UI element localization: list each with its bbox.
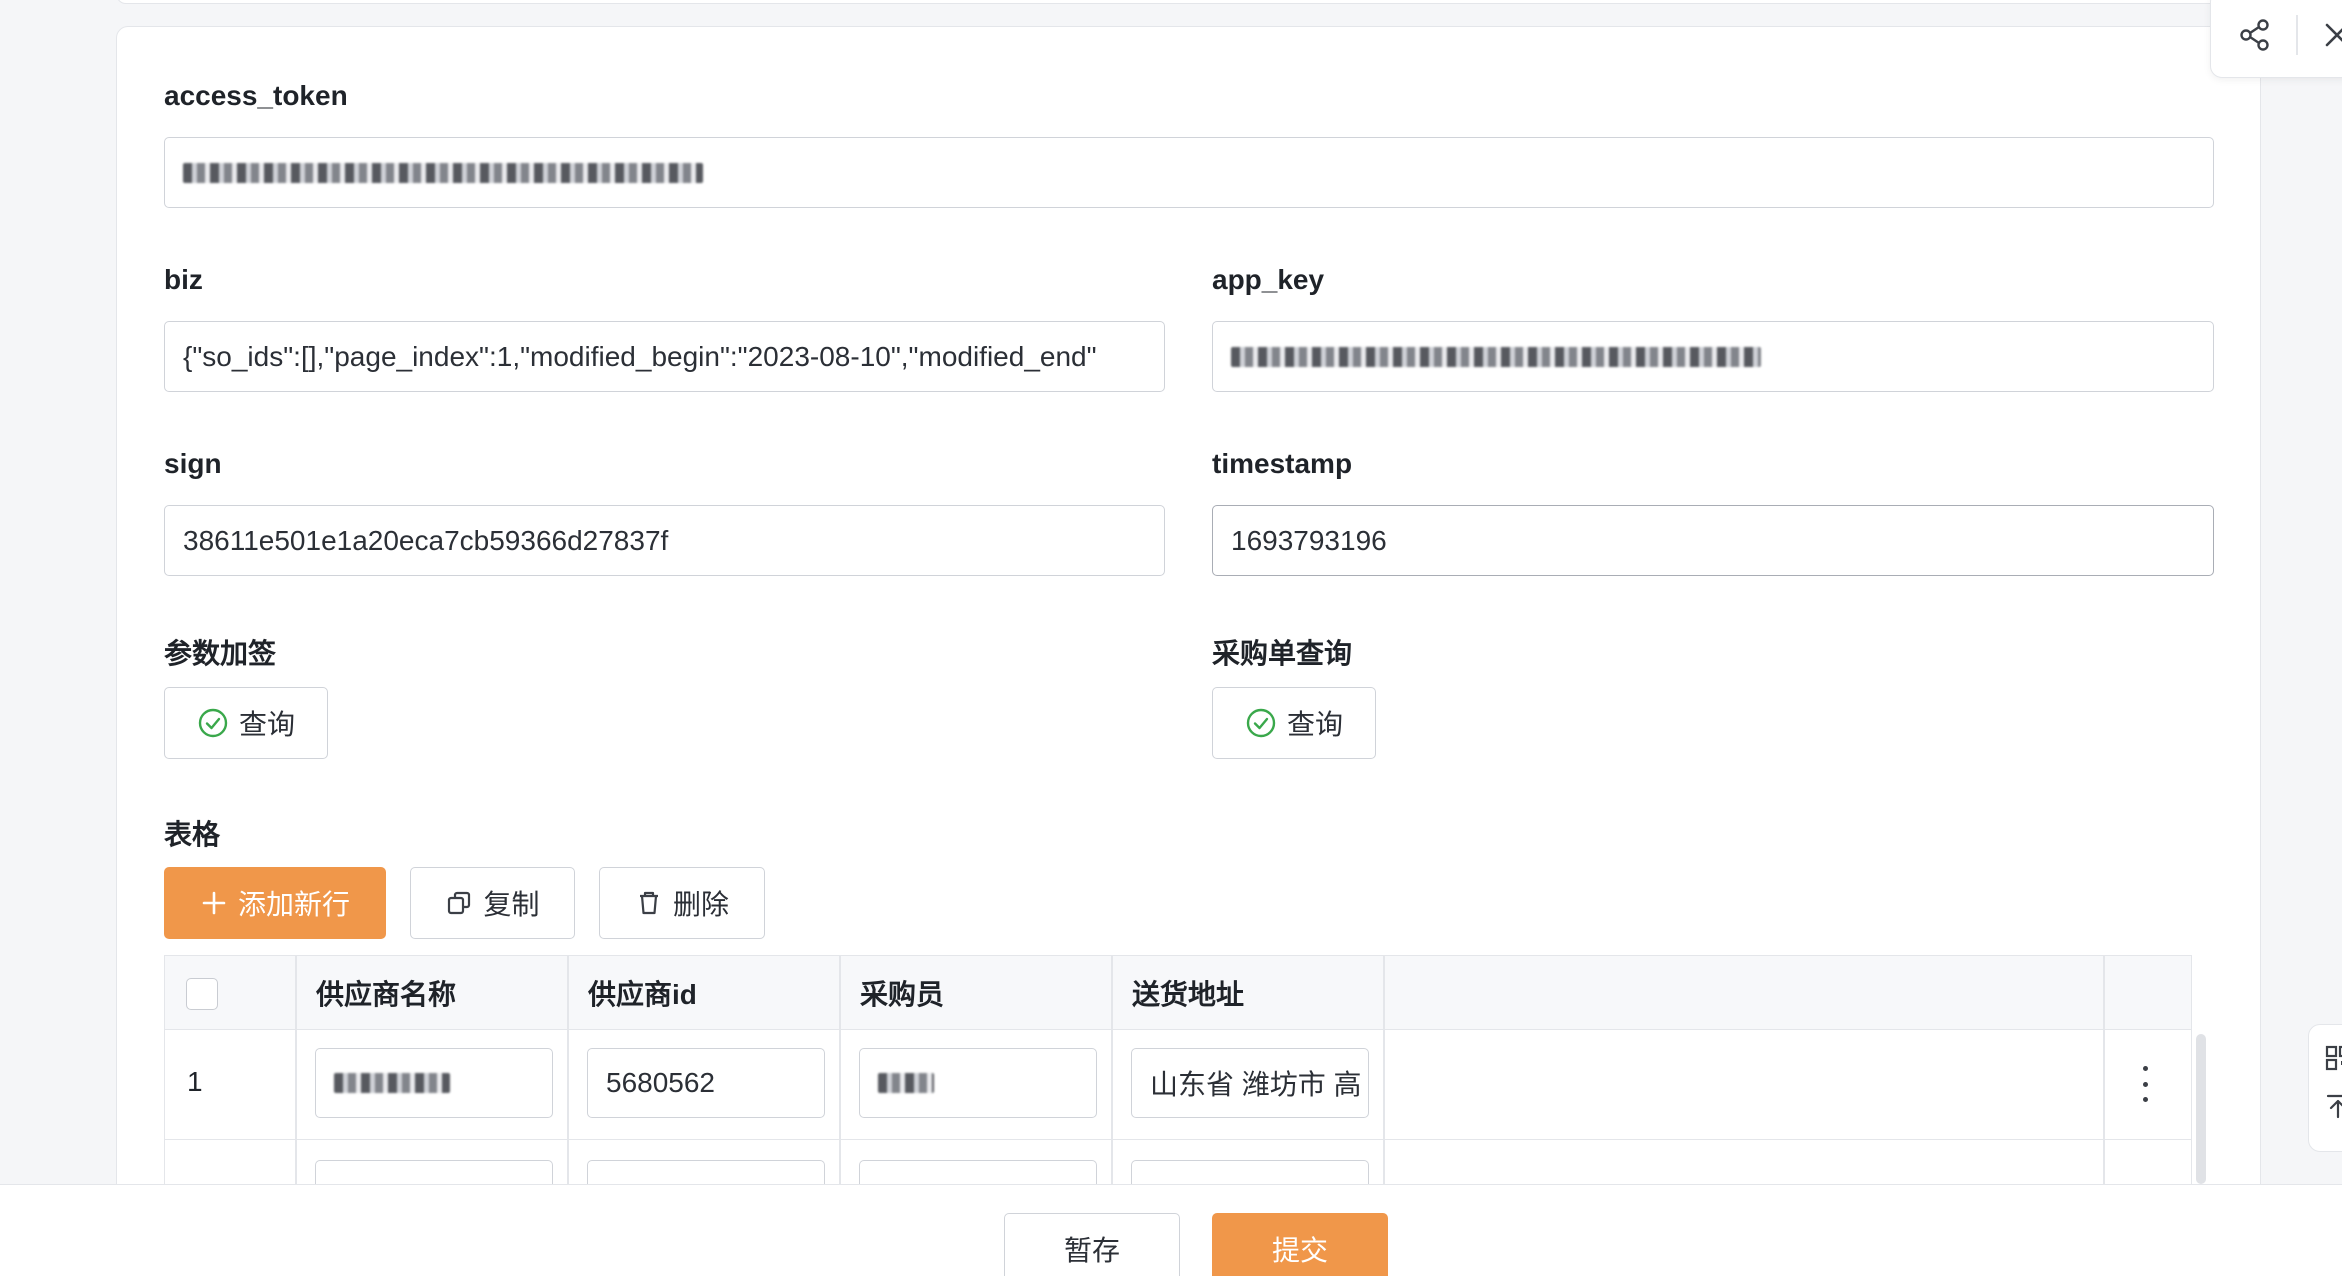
redacted-app-key xyxy=(1231,346,1761,367)
redacted-supplier-name xyxy=(334,1073,450,1093)
add-row-label: 添加新行 xyxy=(237,889,350,920)
submit-button[interactable]: 提交 xyxy=(1212,1213,1388,1276)
data-table: 供应商名称 供应商id 采购员 送货地址 1 5680562 山东省 潍坊市 高 xyxy=(164,955,2192,1200)
table-section-label: 表格 xyxy=(164,819,221,850)
supplier-id-input[interactable]: 5680562 xyxy=(587,1048,825,1118)
table-row: 1 5680562 山东省 潍坊市 高 xyxy=(165,1030,2191,1140)
column-header-supplier-name: 供应商名称 xyxy=(316,979,457,1010)
previous-card-edge xyxy=(116,0,2266,4)
side-tool-tab[interactable] xyxy=(2308,1024,2342,1152)
column-header-supplier-id: 供应商id xyxy=(588,979,697,1010)
panel-divider xyxy=(2296,15,2298,55)
address-input[interactable]: 山东省 潍坊市 高 xyxy=(1131,1048,1369,1118)
sign-label: sign xyxy=(164,448,222,479)
copy-label: 复制 xyxy=(483,889,540,920)
redacted-buyer xyxy=(878,1073,934,1093)
po-query-button-label: 查询 xyxy=(1286,709,1343,740)
column-header-delivery-address: 送货地址 xyxy=(1132,979,1245,1010)
redacted-access-token xyxy=(183,162,703,183)
supplier-name-input[interactable] xyxy=(315,1048,553,1118)
page: access_token biz {"so_ids":[],"page_inde… xyxy=(0,0,2342,1276)
biz-label: biz xyxy=(164,264,203,295)
copy-button[interactable]: 复制 xyxy=(410,867,575,939)
floating-action-panel xyxy=(2210,0,2342,78)
table-scrollbar[interactable] xyxy=(2196,1034,2206,1184)
table-header: 供应商名称 供应商id 采购员 送货地址 xyxy=(165,956,2191,1030)
delete-button[interactable]: 删除 xyxy=(599,867,765,939)
access-token-input[interactable] xyxy=(164,137,2214,208)
check-circle-icon xyxy=(198,708,228,738)
delete-label: 删除 xyxy=(672,889,729,920)
copy-icon xyxy=(448,891,471,915)
timestamp-label: timestamp xyxy=(1212,448,1353,479)
select-all-checkbox[interactable] xyxy=(186,978,218,1010)
row-more-icon[interactable] xyxy=(2141,1066,2149,1102)
app-key-label: app_key xyxy=(1212,264,1325,295)
row-index: 1 xyxy=(187,1066,203,1097)
check-circle-icon xyxy=(1246,708,1276,738)
back-to-top-icon xyxy=(2326,1094,2342,1119)
trash-icon xyxy=(639,891,658,915)
form-footer: 暂存 提交 xyxy=(0,1184,2342,1276)
close-icon[interactable] xyxy=(2321,19,2342,51)
timestamp-input[interactable]: 1693793196 xyxy=(1212,505,2214,576)
param-sign-label: 参数加签 xyxy=(164,638,277,669)
po-query-label: 采购单查询 xyxy=(1212,638,1353,669)
qr-code-icon xyxy=(2325,1045,2342,1071)
po-query-button[interactable]: 查询 xyxy=(1212,687,1376,759)
param-sign-query-label: 查询 xyxy=(238,709,295,740)
add-row-button[interactable]: 添加新行 xyxy=(164,867,386,939)
access-token-label: access_token xyxy=(164,80,348,111)
app-key-input[interactable] xyxy=(1212,321,2214,392)
biz-input[interactable]: {"so_ids":[],"page_index":1,"modified_be… xyxy=(164,321,1165,392)
save-draft-button[interactable]: 暂存 xyxy=(1004,1213,1180,1276)
column-header-buyer: 采购员 xyxy=(860,979,945,1010)
param-sign-query-button[interactable]: 查询 xyxy=(164,687,328,759)
buyer-input[interactable] xyxy=(859,1048,1097,1118)
sign-input[interactable]: 38611e501e1a20eca7cb59366d27837f xyxy=(164,505,1165,576)
share-icon[interactable] xyxy=(2237,17,2273,53)
plus-icon xyxy=(202,891,226,915)
